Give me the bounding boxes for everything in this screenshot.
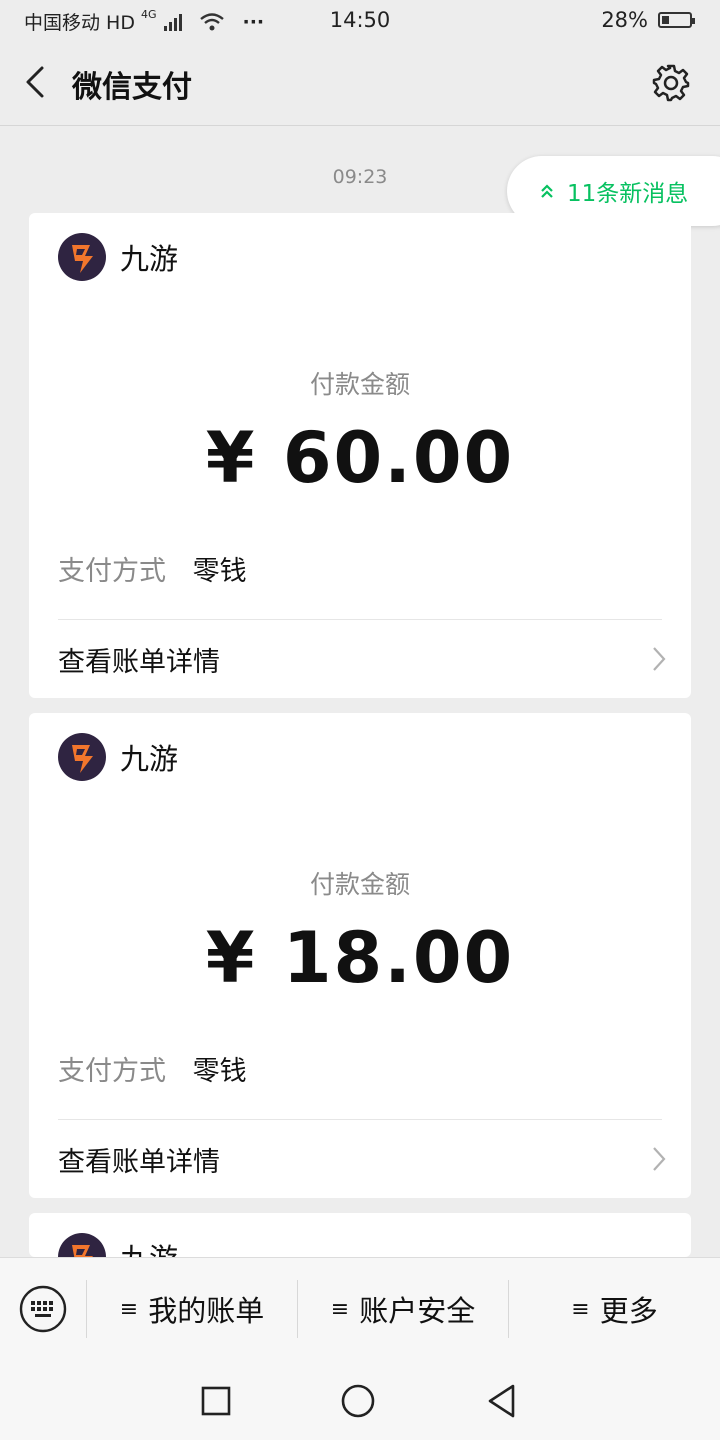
payment-method-value: 零钱 [192,1056,247,1087]
merchant-logo [58,733,106,781]
merchant-logo [58,233,106,281]
bottom-menu-bar: ≡ 我的账单 ≡ 账户安全 ≡ 更多 [0,1257,720,1359]
payment-method-row: 支付方式 零钱 [58,1049,247,1088]
payment-amount: ¥ 18.00 [205,917,515,999]
recent-apps-button[interactable] [196,1381,236,1421]
payment-card: 九游 付款金额 ¥ 18.00 支付方式 零钱 查看账单详情 [29,713,691,1198]
triangle-back-icon [488,1384,515,1418]
menu-account-security[interactable]: ≡ 账户安全 [297,1280,508,1338]
view-bill-details-link[interactable]: 查看账单详情 [58,1120,667,1198]
page-title: 微信支付 [72,70,192,105]
status-right: 28% [601,8,695,32]
menu-icon: ≡ [330,1296,350,1322]
payment-amount: ¥ 60.00 [205,417,515,499]
merchant-name: 九游 [120,242,179,276]
system-navigation-bar [0,1359,720,1440]
merchant-name: 九游 [120,742,179,776]
battery-icon [658,12,695,28]
merchant-header[interactable]: 九游 [58,733,178,781]
payment-method-value: 零钱 [192,556,247,587]
payment-method-label: 支付方式 [58,1056,166,1087]
menu-my-bills-label: 我的账单 [148,1294,265,1328]
keyboard-icon [19,1285,67,1333]
menu-icon: ≡ [119,1296,139,1322]
merchant-logo [58,1233,106,1257]
payment-card: 九游 付款金额 ¥ 60.00 支付方式 零钱 查看账单详情 [29,213,691,698]
view-bill-details-label: 查看账单详情 [58,1146,220,1178]
merchant-header[interactable]: 九游 [58,233,178,281]
chevron-right-icon [653,647,666,671]
battery-level [662,16,670,24]
menu-my-bills[interactable]: ≡ 我的账单 [86,1280,297,1338]
view-bill-details-link[interactable]: 查看账单详情 [58,620,667,698]
merchant-logo-icon [72,245,93,273]
merchant-logo-icon [72,1245,93,1257]
settings-button[interactable] [650,62,692,104]
view-bill-details-label: 查看账单详情 [58,646,220,678]
double-chevron-up-icon [541,184,553,198]
merchant-logo-icon [72,745,93,773]
back-arrow-icon [26,66,44,98]
battery-percent: 28% [601,8,648,32]
gear-icon [652,64,690,102]
new-messages-label: 11条新消息 [567,181,689,207]
amount-label: 付款金额 [309,370,410,399]
payment-method-row: 支付方式 零钱 [58,549,247,588]
amount-label: 付款金额 [309,870,410,899]
menu-more[interactable]: ≡ 更多 [508,1280,720,1338]
menu-more-label: 更多 [599,1294,658,1328]
payment-card: 九游 [29,1213,691,1257]
payment-method-label: 支付方式 [58,556,166,587]
square-icon [201,1386,231,1416]
menu-icon: ≡ [571,1296,590,1322]
home-button[interactable] [338,1381,378,1421]
navigation-bar: 微信支付 [0,42,720,126]
chevron-right-icon [653,1147,666,1171]
keyboard-toggle-button[interactable] [18,1284,68,1334]
merchant-name: 九游 [120,1236,178,1257]
circle-icon [341,1384,375,1418]
menu-account-security-label: 账户安全 [359,1294,476,1328]
merchant-header[interactable]: 九游 [58,1233,178,1257]
status-bar: 中国移动 HD 4G ··· 14:50 28% [0,0,720,42]
system-back-button[interactable] [482,1381,522,1421]
back-button[interactable] [18,60,58,104]
